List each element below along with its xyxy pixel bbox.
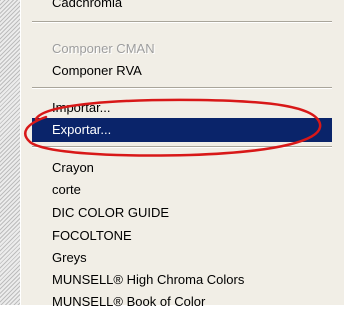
menu-item-componer-cman: Componer CMAN [52, 41, 155, 56]
menu-item-focoltone[interactable]: FOCOLTONE [32, 224, 332, 248]
menu-separator [32, 21, 332, 23]
menu-item-corte[interactable]: corte [32, 178, 332, 202]
menu-separator [32, 146, 332, 148]
menu-item-componer-rva[interactable]: Componer RVA [32, 59, 332, 83]
menu-item-importar[interactable]: Importar... [32, 96, 332, 120]
menu-item-cadchromia[interactable]: Cadchromia [32, 0, 332, 15]
menu-item-munsell-book-of-color[interactable]: MUNSELL® Book of Color [32, 290, 332, 314]
menu-item-exportar[interactable]: Exportar... [32, 118, 332, 142]
menu-separator [32, 87, 332, 89]
scroll-gutter [0, 0, 20, 305]
menu-item-dic-color-guide[interactable]: DIC COLOR GUIDE [32, 201, 332, 225]
menu-item-greys[interactable]: Greys [32, 246, 332, 270]
menu-item-munsell-high-chroma[interactable]: MUNSELL® High Chroma Colors [32, 268, 332, 292]
palette-menu: Cadchromia Componer CMAN Componer RVA Im… [20, 0, 344, 309]
menu-item-crayon[interactable]: Crayon [32, 156, 332, 180]
